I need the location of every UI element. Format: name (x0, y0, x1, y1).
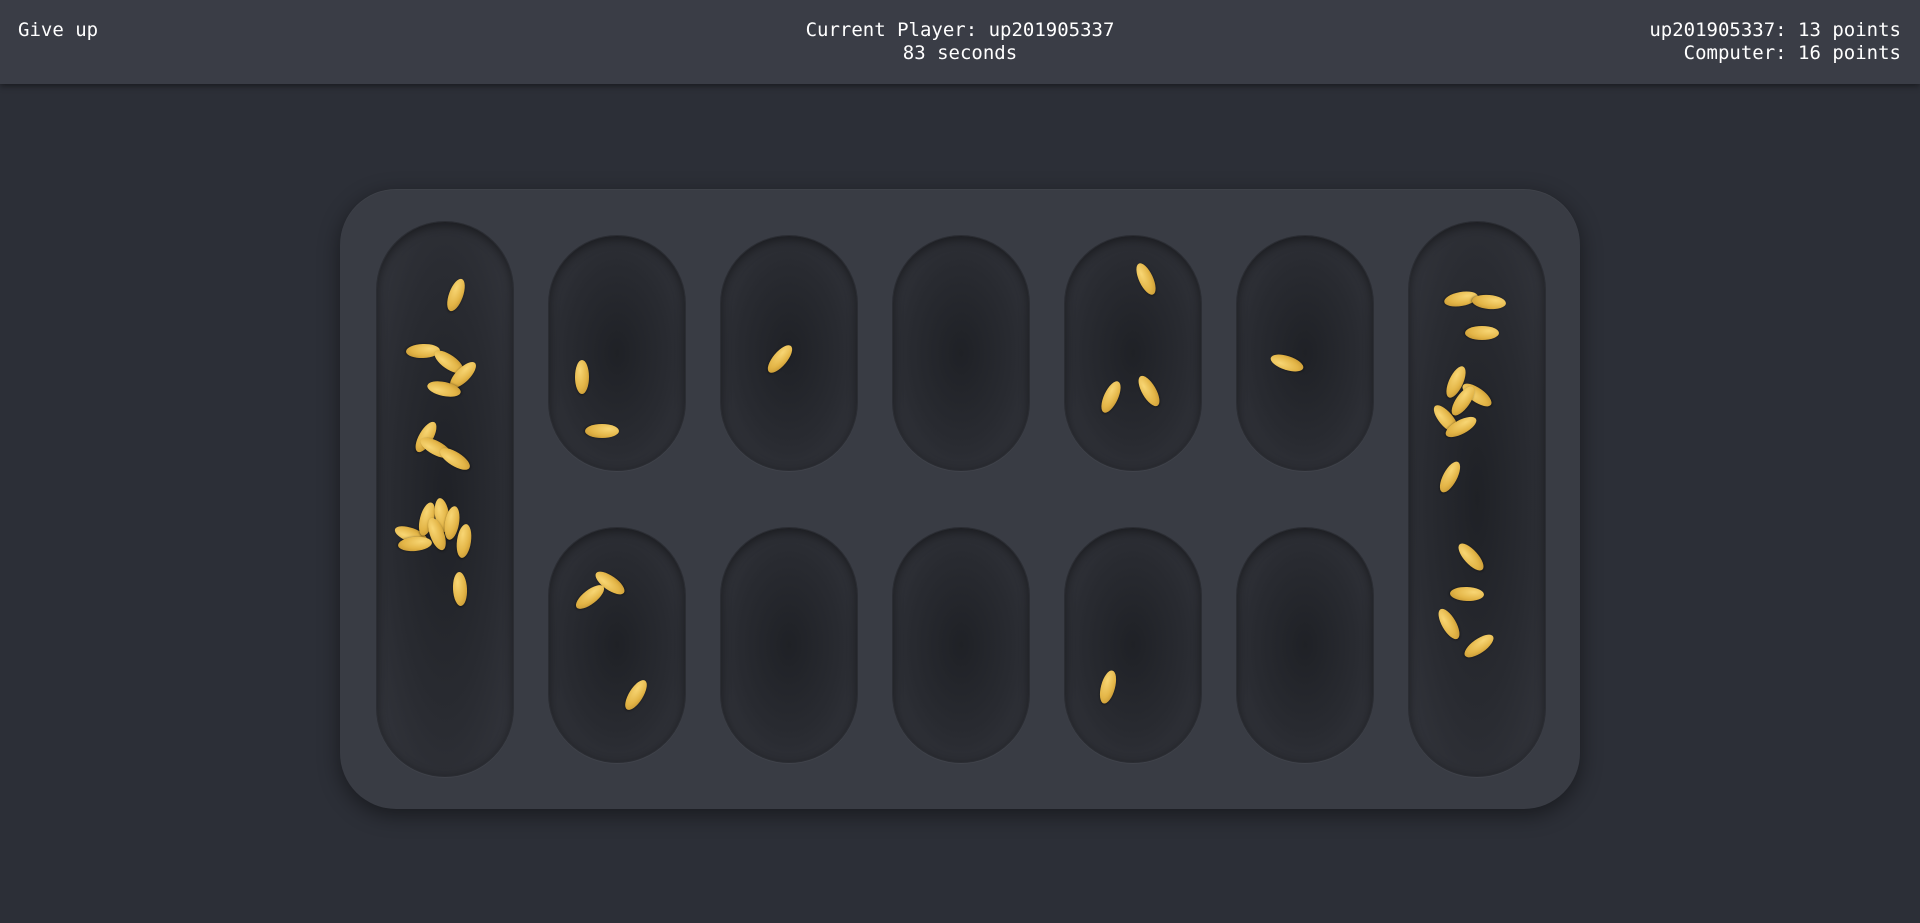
top-bar: Give up Current Player: up201905337 83 s… (0, 0, 1920, 84)
pit-bottom-3[interactable] (892, 527, 1030, 763)
seed (1097, 378, 1125, 416)
seed (452, 571, 468, 607)
store-right (1408, 221, 1546, 777)
seed (621, 676, 651, 714)
pit-bottom-4[interactable] (1064, 527, 1202, 763)
pit-bottom-1[interactable] (548, 527, 686, 763)
pit-top-2[interactable] (720, 235, 858, 471)
pit-top-3[interactable] (892, 235, 1030, 471)
pit-bottom-2[interactable] (720, 527, 858, 763)
pit-bottom-5[interactable] (1236, 527, 1374, 763)
seed (1435, 458, 1465, 496)
seed (575, 360, 589, 394)
pit-top-1[interactable] (548, 235, 686, 471)
seed (1268, 351, 1306, 375)
seed (763, 341, 797, 377)
player-score: up201905337: 13 points (1649, 19, 1901, 41)
scoreboard: up201905337: 13 points Computer: 16 poin… (1649, 19, 1901, 65)
seed (1449, 586, 1485, 602)
mancala-board (340, 189, 1580, 809)
seed (1454, 539, 1488, 575)
seed (1134, 372, 1164, 410)
seed (1132, 260, 1160, 298)
seed (572, 581, 608, 613)
seed (1434, 605, 1464, 643)
current-player-label: Current Player: up201905337 (805, 19, 1115, 41)
seed (436, 444, 474, 474)
seed (585, 424, 619, 438)
seed (1096, 668, 1120, 706)
computer-score: Computer: 16 points (1683, 42, 1901, 64)
pit-top-4[interactable] (1064, 235, 1202, 471)
seed (443, 276, 469, 314)
game-status: Current Player: up201905337 83 seconds (0, 19, 1920, 65)
store-left (376, 221, 514, 777)
seed (1471, 293, 1507, 311)
seed (1461, 630, 1497, 662)
seed (1465, 326, 1499, 340)
pit-top-5[interactable] (1236, 235, 1374, 471)
timer-label: 83 seconds (902, 42, 1018, 64)
